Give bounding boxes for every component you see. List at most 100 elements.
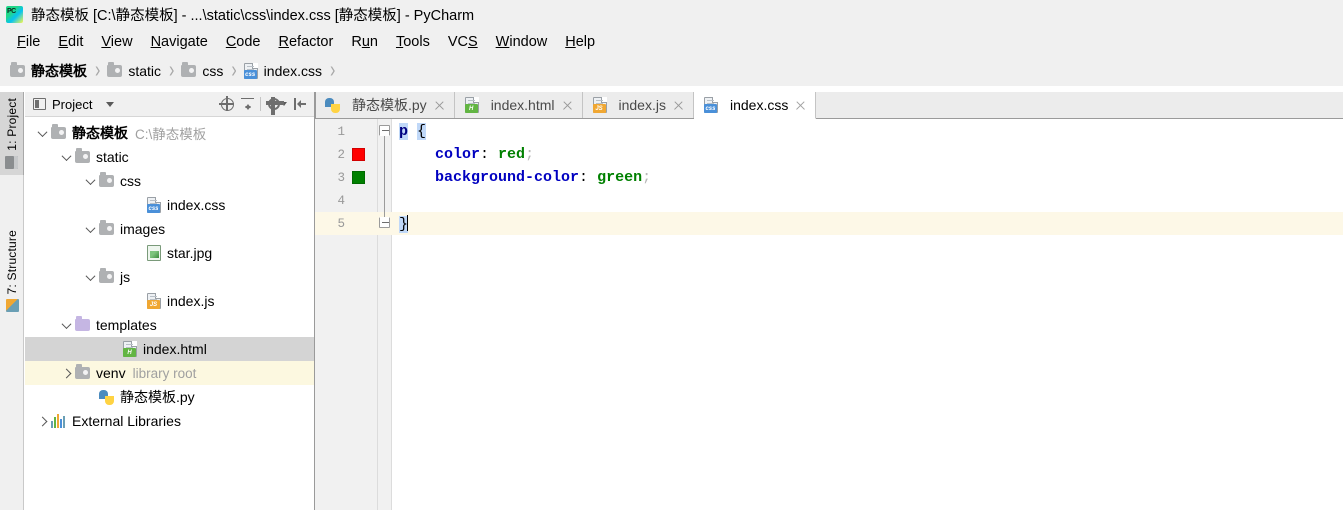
chevron-down-icon[interactable] xyxy=(57,145,75,169)
project-panel-title: Project xyxy=(52,96,93,112)
gutter-color-swatch[interactable] xyxy=(352,148,365,161)
menu-item-tools[interactable]: Tools xyxy=(387,32,439,52)
tool-button-label-project: 1: Project xyxy=(4,98,19,151)
folder-icon xyxy=(10,62,25,77)
breadcrumb-item-label: static xyxy=(128,63,162,79)
sidebar-item-project[interactable]: 1: Project xyxy=(0,92,24,175)
tree-row[interactable]: Hindex.html xyxy=(25,337,314,361)
tab-bar-empty-space xyxy=(816,92,1343,118)
python-file-icon xyxy=(325,97,340,113)
tree-node-label: 静态模板.py xyxy=(120,389,195,405)
hide-window-button[interactable] xyxy=(290,94,310,114)
tree-row[interactable]: JS index.js xyxy=(25,289,314,313)
chevron-down-icon[interactable] xyxy=(81,217,99,241)
editor-tab[interactable]: css index.css xyxy=(693,92,817,119)
structure-window-icon xyxy=(5,299,19,313)
editor-tab[interactable]: Hindex.html xyxy=(454,92,583,118)
tree-row[interactable]: css xyxy=(25,169,314,193)
close-icon[interactable] xyxy=(672,99,685,112)
menu-item-edit[interactable]: Edit xyxy=(49,32,92,52)
tree-row[interactable]: css index.css xyxy=(25,193,314,217)
tree-row[interactable]: star.jpg xyxy=(25,241,314,265)
tree-node-label: External Libraries xyxy=(72,413,181,429)
code-token-value: green xyxy=(597,169,643,186)
close-icon[interactable] xyxy=(794,99,807,112)
tree-row[interactable]: 静态模板 C:\静态模板 xyxy=(25,121,314,145)
editor-tab-bar: 静态模板.py Hindex.html JS index.js css index.css xyxy=(315,92,1343,119)
editor-tab[interactable]: JS index.js xyxy=(582,92,694,118)
pycharm-window: 静态模板 [C:\静态模板] - ...\static\css\index.cs… xyxy=(0,0,1343,510)
menu-item-view[interactable]: View xyxy=(92,32,141,52)
code-line[interactable]: 2 color: red; xyxy=(315,143,1343,166)
code-line[interactable]: 1 p { xyxy=(315,120,1343,143)
collapse-all-icon xyxy=(240,97,254,111)
close-icon[interactable] xyxy=(433,99,446,112)
menu-item-run[interactable]: Run xyxy=(342,32,387,52)
folder-icon xyxy=(181,62,197,77)
tree-row[interactable]: venv library root xyxy=(25,361,314,385)
menu-item-help[interactable]: Help xyxy=(556,32,604,52)
image-file-icon xyxy=(147,245,161,261)
breadcrumb-item[interactable]: css xyxy=(181,62,224,79)
menu-item-refactor[interactable]: Refactor xyxy=(270,32,343,52)
project-tree: 静态模板 C:\静态模板 static css css index.css images st… xyxy=(25,117,314,433)
fold-region-end-icon[interactable] xyxy=(378,217,391,230)
menu-item-window[interactable]: Window xyxy=(487,32,557,52)
chevron-down-icon[interactable] xyxy=(81,265,99,289)
tree-row[interactable]: 静态模板.py xyxy=(25,385,314,409)
tree-twisty-placeholder xyxy=(129,193,147,217)
menu-item-vcs[interactable]: VCS xyxy=(439,32,487,52)
folder-icon xyxy=(75,364,90,379)
settings-button[interactable] xyxy=(264,94,290,115)
chevron-down-icon[interactable] xyxy=(81,169,99,193)
tree-node-secondary-text: library root xyxy=(132,365,197,381)
fold-region-start-icon[interactable] xyxy=(378,125,391,138)
locate-in-tree-icon xyxy=(218,95,234,111)
title-bar: 静态模板 [C:\静态模板] - ...\static\css\index.cs… xyxy=(0,0,1343,28)
project-tool-window: Project 静态模板 C:\静态模板 static css css inde… xyxy=(25,92,315,510)
sidebar-item-structure[interactable]: 7: Structure xyxy=(0,224,24,318)
menu-item-navigate[interactable]: Navigate xyxy=(142,32,217,52)
breadcrumb-separator-icon: › xyxy=(95,57,101,83)
editor-tab[interactable]: 静态模板.py xyxy=(315,92,455,118)
folder-icon xyxy=(107,62,123,77)
collapse-all-button[interactable] xyxy=(237,94,257,114)
tree-node-label: index.html xyxy=(143,341,207,357)
locate-in-tree-button[interactable] xyxy=(217,94,237,114)
code-editor[interactable]: 1p {2 color: red; 3 background-color: gre… xyxy=(315,119,1343,510)
gutter-color-swatch[interactable] xyxy=(352,171,365,184)
tree-row[interactable]: images xyxy=(25,217,314,241)
tree-row[interactable]: static xyxy=(25,145,314,169)
breadcrumb-item[interactable]: 静态模板 xyxy=(10,61,87,81)
js-file-icon: JS xyxy=(592,97,607,113)
editor-tab-label: index.css xyxy=(729,97,789,113)
tree-row[interactable]: templates xyxy=(25,313,314,337)
code-line[interactable]: 5} xyxy=(315,212,1343,235)
breadcrumb-item[interactable]: static xyxy=(107,62,162,79)
pycharm-logo-icon xyxy=(6,5,23,23)
menu-item-file[interactable]: File xyxy=(8,32,49,52)
breadcrumb-item[interactable]: css index.css xyxy=(243,63,322,79)
chevron-right-icon[interactable] xyxy=(57,361,75,385)
editor-tab-label: index.js xyxy=(618,97,666,113)
code-line[interactable]: 4 xyxy=(315,189,1343,212)
code-token-selector: p xyxy=(399,123,409,140)
code-line[interactable]: 3 background-color: green; xyxy=(315,166,1343,189)
line-number: 3 xyxy=(337,170,345,185)
breadcrumb-item-label: css xyxy=(202,63,224,79)
menu-item-code[interactable]: Code xyxy=(217,32,270,52)
project-panel-header: Project xyxy=(25,92,314,117)
tree-twisty-placeholder xyxy=(129,289,147,313)
line-number: 5 xyxy=(337,216,345,231)
tree-node-label: venv xyxy=(96,365,126,381)
tree-twisty-placeholder xyxy=(129,241,147,265)
tree-row[interactable]: js xyxy=(25,265,314,289)
chevron-down-icon[interactable] xyxy=(57,313,75,337)
chevron-down-icon[interactable] xyxy=(33,121,51,145)
chevron-right-icon[interactable] xyxy=(33,409,51,433)
chevron-down-icon[interactable] xyxy=(106,101,115,107)
code-line-text: color: red; xyxy=(399,146,534,163)
close-icon[interactable] xyxy=(561,99,574,112)
tree-row[interactable]: External Libraries xyxy=(25,409,314,433)
